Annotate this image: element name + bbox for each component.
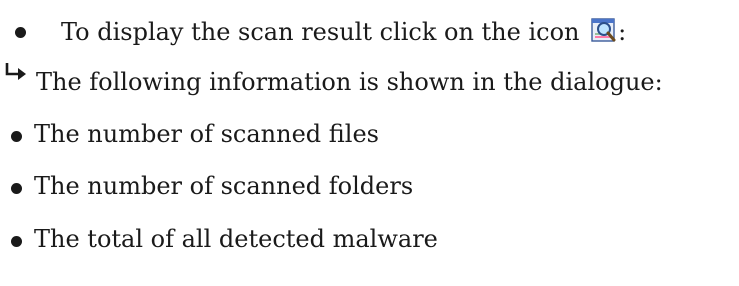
instruction-line: To display the scan result click on the …	[61, 17, 626, 47]
bullet-dot	[11, 183, 22, 194]
result-item: The number of scanned folders	[34, 172, 414, 200]
result-note: The following information is shown in th…	[36, 68, 663, 96]
result-item: The total of all detected malware	[34, 225, 438, 253]
return-arrow-icon	[5, 63, 26, 80]
bullet-dot	[15, 27, 26, 38]
bullet-dot	[11, 131, 22, 142]
instruction-colon: :	[618, 18, 627, 46]
bullet-dot	[11, 236, 22, 247]
result-item: The number of scanned files	[34, 120, 379, 148]
magnifier-report-icon	[591, 17, 617, 43]
instruction-text: To display the scan result click on the …	[61, 18, 580, 46]
